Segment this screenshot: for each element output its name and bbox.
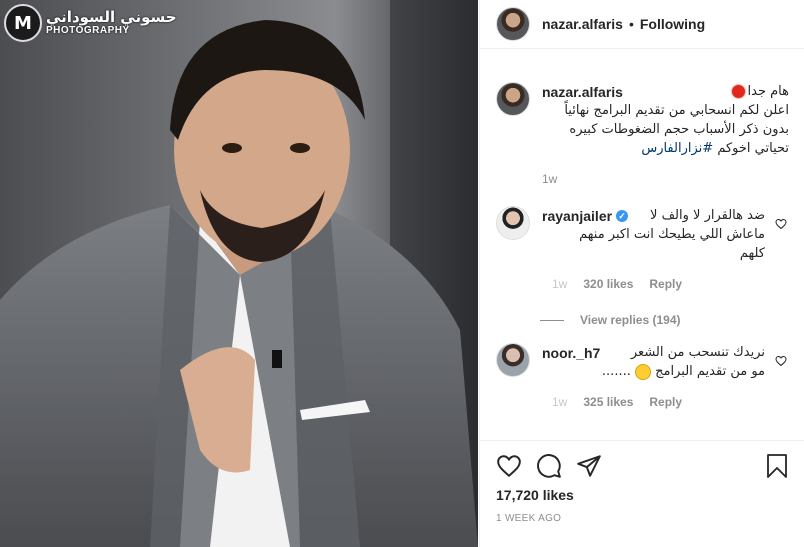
comment-time[interactable]: 1w — [552, 395, 567, 409]
comment-like-heart-icon[interactable] — [775, 218, 787, 230]
comment-item: noor._h7 نريدك تنسحب من الشعر مو من تقدي… — [496, 343, 789, 409]
post-sidebar: nazar.alfaris • Following nazar.alfaris … — [479, 0, 804, 547]
comment-time[interactable]: 1w — [552, 277, 567, 291]
comment-line-2: ماعاش اللي يطيحك انت اكبر منهم — [579, 227, 765, 242]
commenter-username[interactable]: rayanjailer ✓ — [542, 208, 629, 224]
comment-line-2: مو من تقديم البرامج ....... — [601, 363, 765, 380]
comment-like-heart-icon[interactable] — [775, 355, 787, 367]
share-icon[interactable] — [576, 453, 602, 479]
comment-line-3: كلهم — [739, 246, 765, 261]
author-username[interactable]: nazar.alfaris — [542, 16, 623, 32]
comment-line-1: ضد هالقرار لا والف لا — [650, 208, 765, 223]
caption-username[interactable]: nazar.alfaris — [542, 83, 623, 101]
watermark-logo: M — [4, 4, 42, 42]
view-replies-button[interactable]: View replies (194) — [540, 313, 789, 327]
heart-icon[interactable] — [496, 453, 522, 479]
commenter-username[interactable]: noor._h7 — [542, 345, 600, 361]
bookmark-icon[interactable] — [765, 453, 789, 479]
caption-hashtag[interactable]: #نزارالفارس — [641, 141, 713, 156]
comment-item: rayanjailer ✓ ضد هالقرار لا والف لا ماعاش… — [496, 206, 789, 291]
watermark-arabic: حسوني السوداني — [46, 7, 177, 26]
post-time[interactable]: 1 WEEK AGO — [496, 513, 789, 524]
view-replies-label[interactable]: View replies (194) — [580, 313, 681, 327]
post-actions: 17,720 likes 1 WEEK AGO — [480, 440, 804, 524]
comment-likes[interactable]: 320 likes — [583, 277, 633, 291]
post-likes[interactable]: 17,720 likes — [496, 487, 789, 503]
reply-button[interactable]: Reply — [649, 395, 682, 409]
comment-line-1: نريدك تنسحب من الشعر — [630, 345, 765, 360]
post-photo[interactable]: M حسوني السوداني PHOTOGRAPHY — [0, 0, 478, 547]
red-circle-icon — [730, 84, 746, 99]
post-header: nazar.alfaris • Following — [480, 0, 804, 49]
commenter-avatar[interactable] — [496, 343, 530, 377]
author-avatar[interactable] — [496, 7, 530, 41]
comment-likes[interactable]: 325 likes — [583, 395, 633, 409]
smiley-emoji-icon — [635, 363, 651, 380]
reply-button[interactable]: Reply — [649, 277, 682, 291]
comment-icon[interactable] — [536, 453, 562, 479]
view-replies-line — [540, 319, 564, 321]
caption-line-4: تحياتي اخوكم #نزارالفارس — [641, 141, 789, 156]
caption-line-2: اعلن لكم انسحابي من تقديم البرامج نهائيا… — [564, 103, 789, 118]
verified-badge-icon: ✓ — [616, 209, 629, 222]
caption-avatar[interactable] — [496, 82, 530, 116]
photographer-watermark: M حسوني السوداني PHOTOGRAPHY — [4, 4, 177, 42]
caption-time[interactable]: 1w — [542, 170, 789, 188]
following-button[interactable]: Following — [640, 16, 705, 32]
caption: nazar.alfaris هام جدا اعلن لكم انسحابي م… — [496, 62, 789, 188]
watermark-english: PHOTOGRAPHY — [46, 24, 130, 36]
comments-section[interactable]: nazar.alfaris هام جدا اعلن لكم انسحابي م… — [480, 62, 804, 440]
commenter-avatar[interactable] — [496, 206, 530, 240]
header-separator: • — [628, 16, 634, 32]
portrait-image — [0, 0, 478, 547]
caption-line-1: هام جدا — [730, 82, 789, 101]
caption-line-3: بدون ذكر الأسباب حجم الضغوطات كبيره — [569, 122, 789, 137]
